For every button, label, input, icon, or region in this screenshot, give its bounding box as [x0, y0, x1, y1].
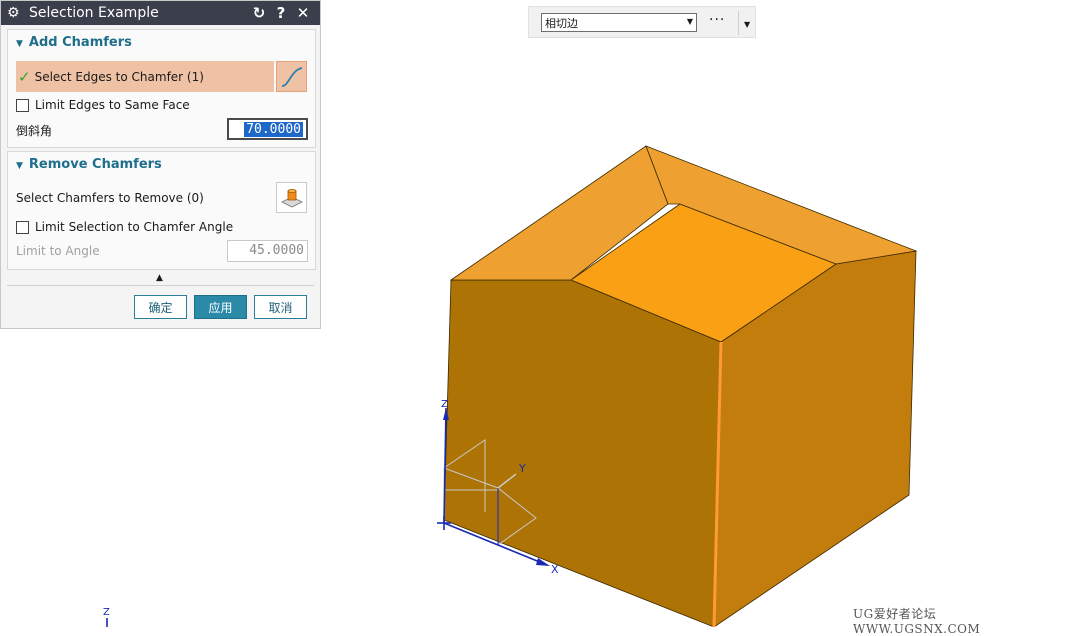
limit-angle-value: 45.0000 — [249, 243, 304, 258]
select-remove-label: Select Chamfers to Remove (0) — [16, 191, 204, 205]
more-options-button[interactable]: ··· — [709, 12, 725, 28]
limit-angle-field[interactable]: 45.0000 — [227, 240, 308, 262]
select-edges-row[interactable]: ✓ Select Edges to Chamfer (1) — [16, 61, 274, 92]
block-left-face[interactable] — [443, 279, 722, 627]
toolbar-dropdown-icon[interactable]: ▼ — [744, 20, 750, 29]
watermark-text: UG爱好者论坛 WWW.UGSNX.COM — [853, 607, 981, 636]
triangle-down-icon: ▼ — [16, 39, 23, 49]
view-triad-z-label: Z — [103, 607, 110, 618]
chamfer-angle-row: 倒斜角 — [16, 122, 52, 139]
remove-chamfers-header[interactable]: ▼ Remove Chamfers — [16, 157, 162, 172]
limit-same-face-row[interactable]: Limit Edges to Same Face — [16, 98, 190, 112]
limit-to-angle-label: Limit to Angle — [16, 244, 100, 258]
cancel-button[interactable]: 取消 — [254, 295, 307, 319]
chevron-down-icon: ▼ — [686, 17, 693, 26]
limit-angle-checkbox[interactable] — [16, 220, 29, 234]
z-axis-label: Z — [441, 399, 448, 410]
dialog-title: Selection Example — [29, 5, 159, 21]
curve-rule-dropdown[interactable]: 相切边 ▼ — [541, 13, 697, 32]
dialog-titlebar[interactable]: ⚙ Selection Example ↻ ? ✕ — [1, 1, 320, 25]
reset-icon[interactable]: ↻ — [248, 4, 270, 22]
curve-icon — [281, 66, 302, 87]
chamfer-angle-field[interactable]: 70.0000 — [227, 118, 308, 140]
limit-same-face-checkbox[interactable] — [16, 98, 29, 112]
gear-icon[interactable]: ⚙ — [7, 5, 23, 21]
apply-button[interactable]: 应用 — [194, 295, 247, 319]
chamfer-angle-label: 倒斜角 — [16, 124, 53, 138]
add-chamfers-group: ▼ Add Chamfers ✓ Select Edges to Chamfer … — [7, 29, 316, 148]
y-axis-label: Y — [518, 462, 526, 475]
limit-same-face-label: Limit Edges to Same Face — [35, 98, 190, 112]
selection-example-dialog: ⚙ Selection Example ↻ ? ✕ ▼ Add Chamfers … — [0, 0, 321, 329]
toolbar-divider — [738, 11, 739, 35]
ok-button[interactable]: 确定 — [134, 295, 187, 319]
chamfered-block[interactable] — [443, 145, 918, 627]
limit-angle-checkbox-label: Limit Selection to Chamfer Angle — [35, 220, 234, 234]
add-chamfers-header[interactable]: ▼ Add Chamfers — [16, 35, 132, 50]
remove-chamfers-group: ▼ Remove Chamfers Select Chamfers to Remo… — [7, 151, 316, 270]
chamfer-select-button[interactable] — [276, 182, 307, 213]
cylinder-face-icon — [280, 188, 303, 207]
checkmark-icon: ✓ — [18, 67, 31, 86]
select-edges-label: Select Edges to Chamfer (1) — [34, 69, 204, 84]
limit-angle-checkbox-row[interactable]: Limit Selection to Chamfer Angle — [16, 220, 233, 234]
help-icon[interactable]: ? — [270, 4, 292, 22]
button-divider — [7, 285, 314, 286]
limit-to-angle-row: Limit to Angle — [16, 244, 100, 258]
close-icon[interactable]: ✕ — [292, 4, 314, 22]
selection-toolbar: 相切边 ▼ ··· ▼ — [528, 6, 756, 38]
triangle-down-icon: ▼ — [16, 161, 23, 171]
curve-rule-value: 相切边 — [545, 17, 578, 30]
collapse-arrow-icon[interactable]: ▲ — [156, 273, 163, 283]
select-remove-row[interactable]: Select Chamfers to Remove (0) — [16, 191, 204, 205]
edge-select-button[interactable] — [276, 61, 307, 92]
view-triad: Z — [103, 607, 110, 627]
x-axis-label: X — [551, 563, 559, 576]
chamfer-angle-value: 70.0000 — [244, 122, 303, 137]
